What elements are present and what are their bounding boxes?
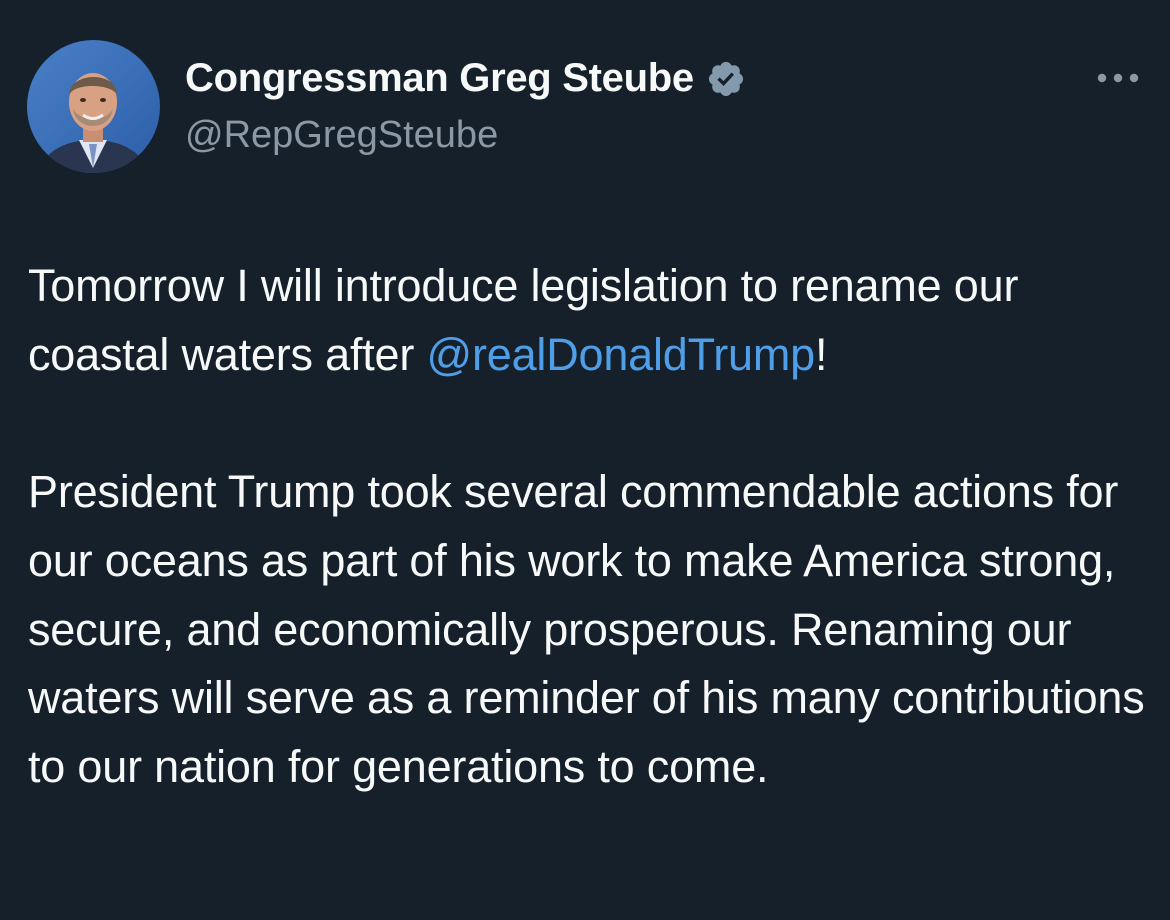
tweet-paragraph-2: President Trump took several commendable…	[28, 466, 1145, 792]
tweet-card: Congressman Greg Steube @RepGregSteube T…	[0, 0, 1170, 920]
tweet-paragraph-1: Tomorrow I will introduce legislation to…	[28, 252, 1148, 389]
author-display-name[interactable]: Congressman Greg Steube	[185, 56, 694, 101]
tweet-text-segment: !	[814, 328, 828, 380]
author-name-row: Congressman Greg Steube	[185, 56, 746, 101]
tweet-body: Tomorrow I will introduce legislation to…	[28, 252, 1148, 802]
more-options-button[interactable]	[1092, 62, 1144, 94]
avatar[interactable]	[27, 40, 160, 173]
more-horizontal-icon	[1097, 73, 1139, 83]
author-handle[interactable]: @RepGregSteube	[185, 114, 498, 157]
avatar-image	[27, 40, 160, 173]
mention-link[interactable]: @realDonaldTrump	[426, 329, 815, 380]
verified-badge-icon[interactable]	[706, 59, 746, 99]
